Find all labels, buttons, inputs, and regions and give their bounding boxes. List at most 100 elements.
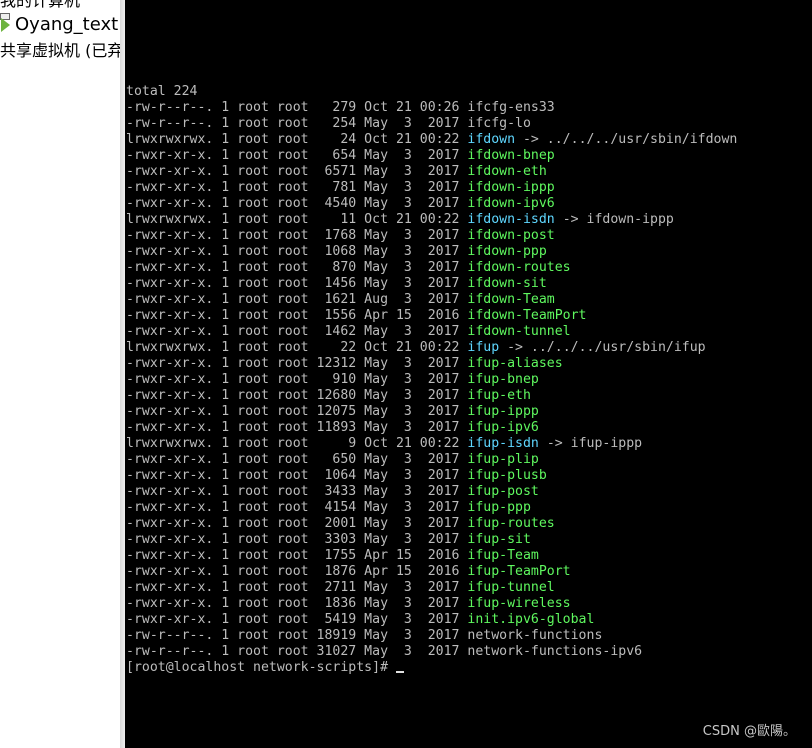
listing-row: -rwxr-xr-x. 1 root root 1768 May 3 2017 … xyxy=(126,228,737,244)
file-name: ifup-TeamPort xyxy=(467,564,571,579)
file-name: ifup-ppp xyxy=(467,500,531,515)
file-meta: -rwxr-xr-x. 1 root root 1768 May 3 2017 xyxy=(126,228,468,243)
terminal-output: total 224 -rw-r--r--. 1 root root 279 Oc… xyxy=(126,84,737,676)
listing-row: -rwxr-xr-x. 1 root root 650 May 3 2017 i… xyxy=(126,452,737,468)
file-meta: -rw-r--r--. 1 root root 18919 May 3 2017 xyxy=(126,628,468,643)
file-meta: -rw-r--r--. 1 root root 279 Oct 21 00:26 xyxy=(126,100,468,115)
terminal-console[interactable]: total 224 -rw-r--r--. 1 root root 279 Oc… xyxy=(125,0,812,748)
file-meta: -rwxr-xr-x. 1 root root 3433 May 3 2017 xyxy=(126,484,468,499)
listing-row: -rwxr-xr-x. 1 root root 3303 May 3 2017 … xyxy=(126,532,737,548)
sidebar-item-shared-vms[interactable]: 共享虚拟机 (已弃用) xyxy=(0,39,120,63)
file-meta: -rwxr-xr-x. 1 root root 6571 May 3 2017 xyxy=(126,164,468,179)
listing-row: lrwxrwxrwx. 1 root root 9 Oct 21 00:22 i… xyxy=(126,436,737,452)
file-meta: -rwxr-xr-x. 1 root root 3303 May 3 2017 xyxy=(126,532,468,547)
file-name: ifdown-post xyxy=(467,228,555,243)
file-meta: -rwxr-xr-x. 1 root root 1462 May 3 2017 xyxy=(126,324,468,339)
file-name: ifcfg-lo xyxy=(467,116,531,131)
listing-row: -rwxr-xr-x. 1 root root 1621 Aug 3 2017 … xyxy=(126,292,737,308)
file-meta: -rwxr-xr-x. 1 root root 4154 May 3 2017 xyxy=(126,500,468,515)
file-name: ifdown-ipv6 xyxy=(467,196,555,211)
listing-row: -rwxr-xr-x. 1 root root 3433 May 3 2017 … xyxy=(126,484,737,500)
file-name: ifup-plusb xyxy=(467,468,547,483)
file-meta: lrwxrwxrwx. 1 root root 9 Oct 21 00:22 xyxy=(126,436,468,451)
file-meta: -rwxr-xr-x. 1 root root 1836 May 3 2017 xyxy=(126,596,468,611)
file-name: ifdown-sit xyxy=(467,276,547,291)
file-name: ifdown-isdn xyxy=(467,212,555,227)
listing-row: -rwxr-xr-x. 1 root root 2711 May 3 2017 … xyxy=(126,580,737,596)
listing-row: -rwxr-xr-x. 1 root root 12075 May 3 2017… xyxy=(126,404,737,420)
listing-row: -rwxr-xr-x. 1 root root 12680 May 3 2017… xyxy=(126,388,737,404)
file-meta: lrwxrwxrwx. 1 root root 11 Oct 21 00:22 xyxy=(126,212,468,227)
listing-row: -rwxr-xr-x. 1 root root 1068 May 3 2017 … xyxy=(126,244,737,260)
file-meta: -rwxr-xr-x. 1 root root 1456 May 3 2017 xyxy=(126,276,468,291)
listing-row: -rwxr-xr-x. 1 root root 1836 May 3 2017 … xyxy=(126,596,737,612)
file-name: ifup-wireless xyxy=(467,596,571,611)
total-line: total 224 xyxy=(126,84,198,99)
file-name: ifup-ipv6 xyxy=(467,420,539,435)
file-meta: -rwxr-xr-x. 1 root root 4540 May 3 2017 xyxy=(126,196,468,211)
symlink-target: -> ../../../usr/sbin/ifup xyxy=(499,340,706,355)
shell-prompt: [root@localhost network-scripts]# xyxy=(126,660,396,675)
file-name: ifcfg-ens33 xyxy=(467,100,555,115)
sidebar-item-label: 我的计算机 xyxy=(0,0,81,10)
listing-row: -rwxr-xr-x. 1 root root 5419 May 3 2017 … xyxy=(126,612,737,628)
file-meta: -rwxr-xr-x. 1 root root 1556 Apr 15 2016 xyxy=(126,308,468,323)
file-meta: -rw-r--r--. 1 root root 254 May 3 2017 xyxy=(126,116,468,131)
file-meta: -rwxr-xr-x. 1 root root 2711 May 3 2017 xyxy=(126,580,468,595)
file-name: ifup-bnep xyxy=(467,372,539,387)
csdn-watermark: CSDN @歐陽。 xyxy=(702,724,796,739)
listing-row: -rwxr-xr-x. 1 root root 654 May 3 2017 i… xyxy=(126,148,737,164)
vm-running-icon xyxy=(0,13,10,32)
file-meta: -rwxr-xr-x. 1 root root 12680 May 3 2017 xyxy=(126,388,468,403)
sidebar-item-label: 共享虚拟机 (已弃用) xyxy=(0,41,120,60)
sidebar-item-vm[interactable]: Oyang_text xyxy=(0,13,118,37)
listing-row: -rwxr-xr-x. 1 root root 910 May 3 2017 i… xyxy=(126,372,737,388)
listing-row: lrwxrwxrwx. 1 root root 22 Oct 21 00:22 … xyxy=(126,340,737,356)
file-meta: -rw-r--r--. 1 root root 31027 May 3 2017 xyxy=(126,644,468,659)
listing-row: -rw-r--r--. 1 root root 279 Oct 21 00:26… xyxy=(126,100,737,116)
file-meta: -rwxr-xr-x. 1 root root 870 May 3 2017 xyxy=(126,260,468,275)
file-name: init.ipv6-global xyxy=(467,612,595,627)
listing-row: -rwxr-xr-x. 1 root root 1556 Apr 15 2016… xyxy=(126,308,737,324)
listing-row: lrwxrwxrwx. 1 root root 24 Oct 21 00:22 … xyxy=(126,132,737,148)
listing-row: -rwxr-xr-x. 1 root root 1755 Apr 15 2016… xyxy=(126,548,737,564)
file-name: ifdown-eth xyxy=(467,164,547,179)
file-meta: -rwxr-xr-x. 1 root root 650 May 3 2017 xyxy=(126,452,468,467)
file-name: ifdown xyxy=(467,132,516,147)
listing-row: -rwxr-xr-x. 1 root root 12312 May 3 2017… xyxy=(126,356,737,372)
file-meta: -rwxr-xr-x. 1 root root 5419 May 3 2017 xyxy=(126,612,468,627)
file-name: ifup-ippp xyxy=(467,404,539,419)
file-meta: -rwxr-xr-x. 1 root root 910 May 3 2017 xyxy=(126,372,468,387)
file-name: ifdown-routes xyxy=(467,260,571,275)
file-name: ifdown-ippp xyxy=(467,180,555,195)
file-meta: lrwxrwxrwx. 1 root root 22 Oct 21 00:22 xyxy=(126,340,468,355)
listing-row: -rwxr-xr-x. 1 root root 870 May 3 2017 i… xyxy=(126,260,737,276)
listing-row: -rwxr-xr-x. 1 root root 6571 May 3 2017 … xyxy=(126,164,737,180)
file-meta: -rwxr-xr-x. 1 root root 12075 May 3 2017 xyxy=(126,404,468,419)
sidebar-item-my-computer[interactable]: 我的计算机 xyxy=(0,0,80,13)
file-listing: -rw-r--r--. 1 root root 279 Oct 21 00:26… xyxy=(126,100,737,660)
listing-row: -rwxr-xr-x. 1 root root 1456 May 3 2017 … xyxy=(126,276,737,292)
prompt-line: [root@localhost network-scripts]# xyxy=(126,660,737,676)
vm-library-sidebar: 我的计算机 Oyang_text 共享虚拟机 (已弃用) xyxy=(0,0,120,748)
file-name: ifup-isdn xyxy=(467,436,539,451)
listing-row: -rw-r--r--. 1 root root 18919 May 3 2017… xyxy=(126,628,737,644)
file-name: ifup-aliases xyxy=(467,356,563,371)
file-name: ifup-tunnel xyxy=(467,580,555,595)
file-meta: -rwxr-xr-x. 1 root root 2001 May 3 2017 xyxy=(126,516,468,531)
listing-row: -rwxr-xr-x. 1 root root 781 May 3 2017 i… xyxy=(126,180,737,196)
file-name: ifup-post xyxy=(467,484,539,499)
file-name: ifdown-bnep xyxy=(467,148,555,163)
sidebar-item-label: Oyang_text xyxy=(15,14,119,35)
file-meta: -rwxr-xr-x. 1 root root 11893 May 3 2017 xyxy=(126,420,468,435)
file-name: ifdown-tunnel xyxy=(467,324,571,339)
file-meta: -rwxr-xr-x. 1 root root 1876 Apr 15 2016 xyxy=(126,564,468,579)
listing-row: lrwxrwxrwx. 1 root root 11 Oct 21 00:22 … xyxy=(126,212,737,228)
listing-row: -rwxr-xr-x. 1 root root 4154 May 3 2017 … xyxy=(126,500,737,516)
file-meta: -rwxr-xr-x. 1 root root 1068 May 3 2017 xyxy=(126,244,468,259)
listing-row: -rw-r--r--. 1 root root 254 May 3 2017 i… xyxy=(126,116,737,132)
file-name: ifup-eth xyxy=(467,388,531,403)
listing-row: -rwxr-xr-x. 1 root root 2001 May 3 2017 … xyxy=(126,516,737,532)
file-meta: lrwxrwxrwx. 1 root root 24 Oct 21 00:22 xyxy=(126,132,468,147)
file-name: ifdown-Team xyxy=(467,292,555,307)
